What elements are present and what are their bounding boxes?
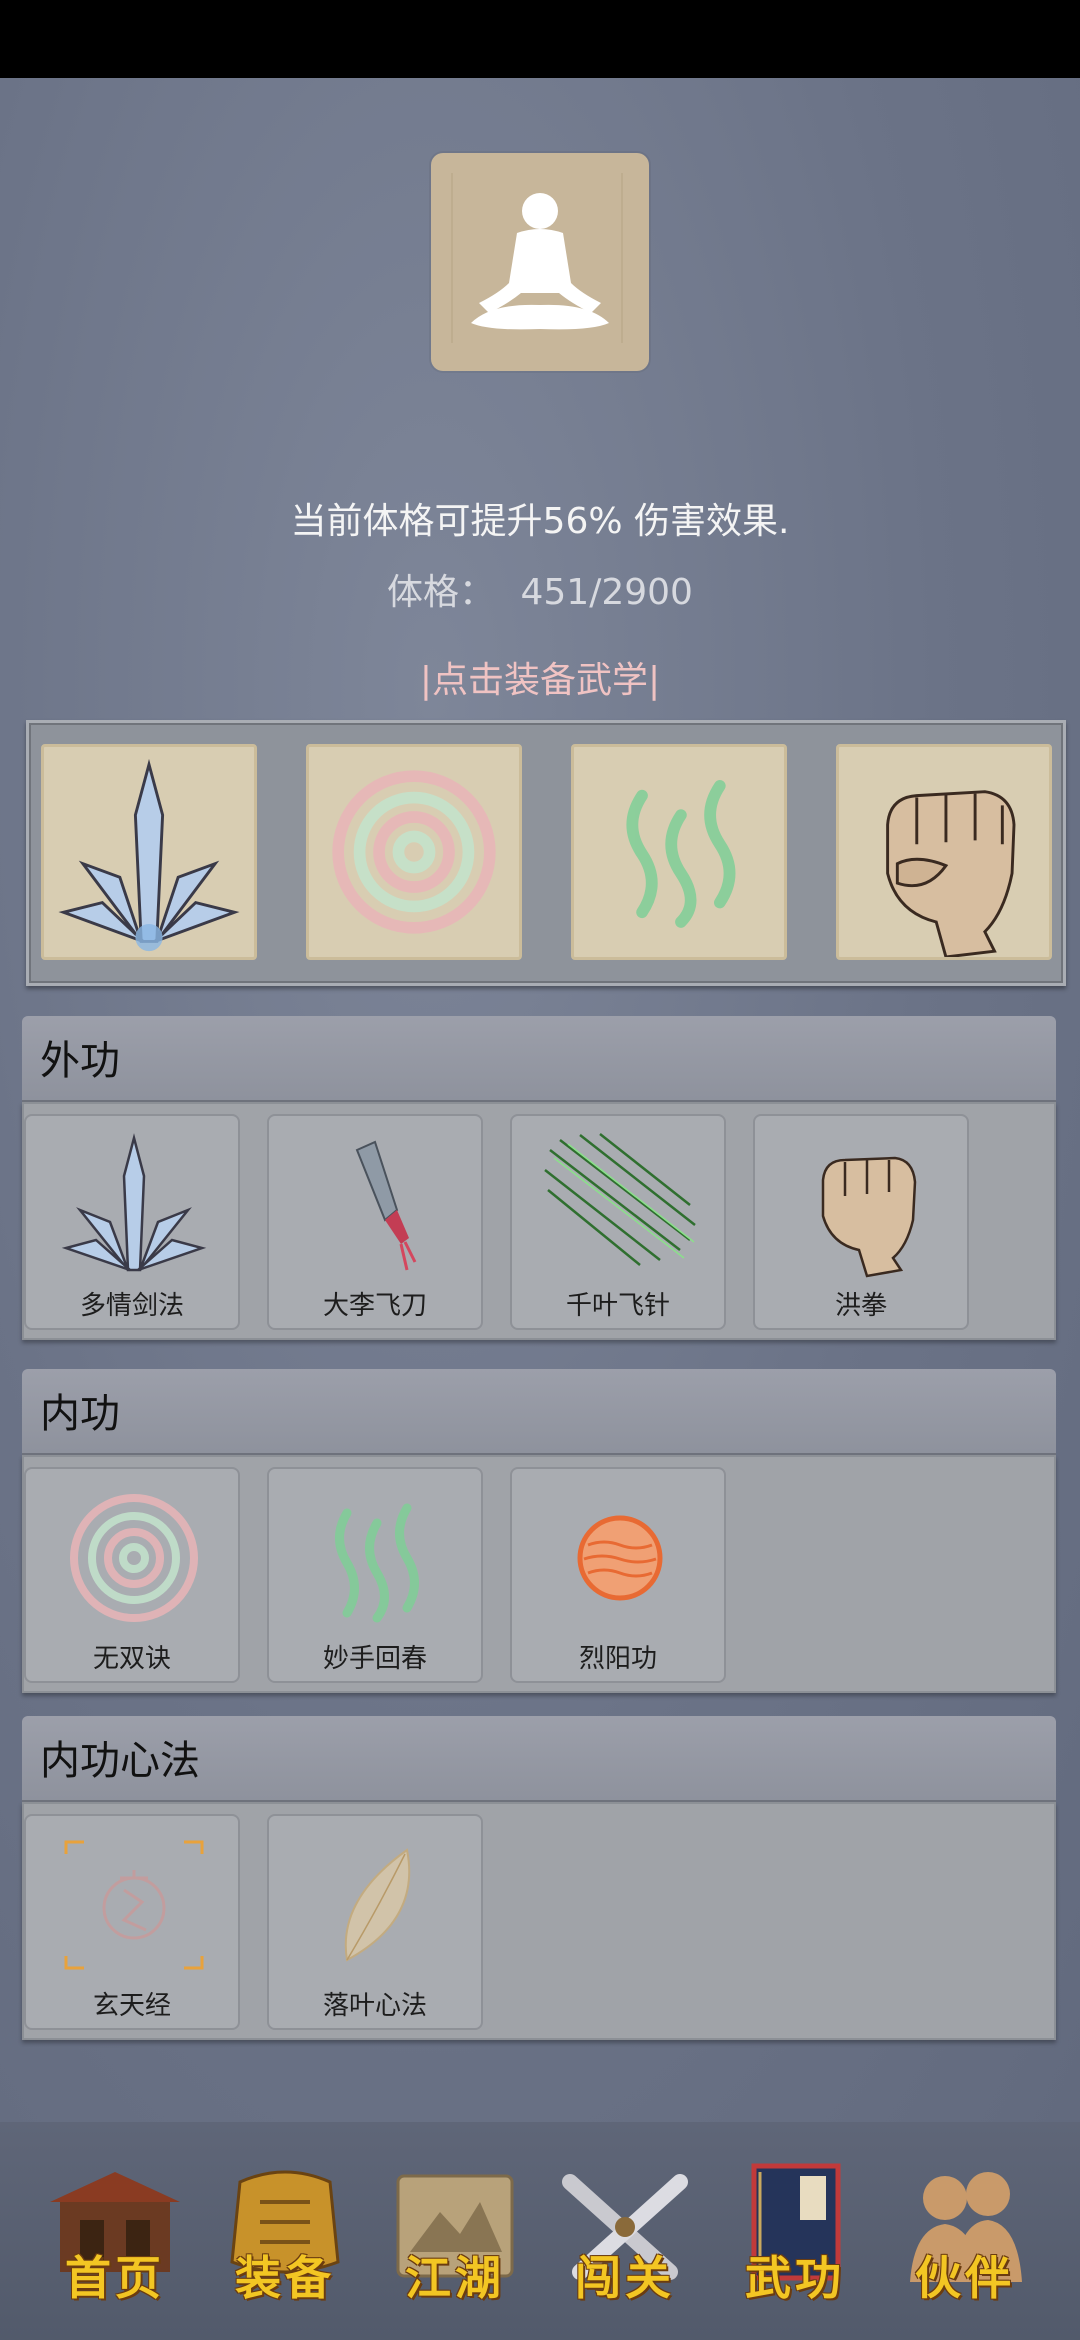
nav-jianghu[interactable]: 江湖: [380, 2162, 530, 2312]
needles-icon: [544, 1133, 696, 1266]
bonus-text: 当前体格可提升56% 伤害效果.: [290, 501, 790, 542]
xuan-scroll-icon: [64, 1840, 204, 1970]
nav-label: 武功: [745, 2251, 845, 2305]
status-bar: [0, 0, 1080, 78]
flying-knife-icon: [355, 1140, 417, 1271]
skill-label: 落叶心法: [322, 1991, 427, 2021]
skill-label: 多情剑法: [79, 1291, 184, 1321]
physique-value: 451/2900: [520, 572, 693, 613]
section-internal: 内功 无双诀 妙手回春 烈阳功: [22, 1369, 1056, 1693]
section-header: 内功: [22, 1369, 1056, 1455]
section-external: 外功 多情剑法 大李飞刀 千叶飞针 洪拳: [22, 1016, 1056, 1340]
section-header: 外功: [22, 1016, 1056, 1102]
fist-icon: [886, 790, 1016, 957]
skill-card[interactable]: 烈阳功: [510, 1467, 726, 1683]
nav-label: 伙伴: [915, 2251, 1015, 2305]
spiral-energy-icon: [332, 770, 496, 934]
section-header: 内功心法: [22, 1716, 1056, 1802]
nav-martial[interactable]: 武功: [720, 2162, 870, 2312]
skill-grid: 无双诀 妙手回春 烈阳功: [22, 1455, 1056, 1693]
equipped-skills-bar: [26, 720, 1066, 986]
skill-card[interactable]: 无双诀: [24, 1467, 240, 1683]
nav-companions[interactable]: 伙伴: [890, 2162, 1040, 2312]
section-title: 内功心法: [40, 1738, 200, 1784]
ice-sword-icon: [58, 758, 240, 952]
skill-grid: 玄天经 落叶心法: [22, 1802, 1056, 2040]
skill-label: 大李飞刀: [322, 1291, 427, 1321]
equip-martial-link[interactable]: |点击装备武学|: [0, 651, 1080, 703]
equipped-slot-4[interactable]: [836, 744, 1052, 960]
skill-label: 玄天经: [92, 1991, 171, 2021]
skill-card[interactable]: 玄天经: [24, 1814, 240, 2030]
equipped-slot-3[interactable]: [571, 744, 787, 960]
skill-card[interactable]: 多情剑法: [24, 1114, 240, 1330]
skill-label: 洪拳: [834, 1291, 887, 1321]
nav-label: 首页: [65, 2251, 165, 2305]
skill-label: 烈阳功: [578, 1644, 657, 1674]
skill-label: 妙手回春: [322, 1644, 427, 1674]
green-waves-icon: [335, 1503, 419, 1623]
nav-equipment[interactable]: 装备: [210, 2162, 360, 2312]
section-title: 外功: [40, 1038, 120, 1084]
nav-challenge[interactable]: 闯关: [550, 2162, 700, 2312]
skill-grid: 多情剑法 大李飞刀 千叶飞针 洪拳: [22, 1102, 1056, 1340]
skill-label: 千叶飞针: [565, 1291, 670, 1321]
equipped-slot-2[interactable]: [306, 744, 522, 960]
section-mind-method: 内功心法 玄天经 落叶心法: [22, 1716, 1056, 2040]
nav-label: 闯关: [575, 2251, 675, 2305]
bottom-nav: 首页 装备 江湖 闯关 武功 伙伴: [0, 2122, 1080, 2340]
spiral-energy-icon: [70, 1494, 198, 1622]
nav-label: 江湖: [405, 2251, 505, 2305]
nav-label: 装备: [235, 2251, 335, 2305]
physique-stat: 体格： 451/2900: [0, 563, 1080, 615]
sun-orb-icon: [577, 1515, 663, 1601]
physique-label: 体格：: [387, 572, 496, 613]
leaf-icon: [344, 1848, 411, 1962]
skill-card[interactable]: 大李飞刀: [267, 1114, 483, 1330]
skill-card[interactable]: 洪拳: [753, 1114, 969, 1330]
section-title: 内功: [40, 1391, 120, 1437]
skill-label: 无双诀: [92, 1644, 171, 1674]
fist-icon: [821, 1156, 917, 1278]
equipped-slot-1[interactable]: [41, 744, 257, 960]
ice-sword-icon: [61, 1133, 207, 1272]
skill-card[interactable]: 妙手回春: [267, 1467, 483, 1683]
skill-card[interactable]: 落叶心法: [267, 1814, 483, 2030]
green-waves-icon: [626, 780, 736, 928]
skill-card[interactable]: 千叶飞针: [510, 1114, 726, 1330]
nav-home[interactable]: 首页: [40, 2162, 190, 2312]
meditation-avatar-icon: [431, 153, 649, 371]
